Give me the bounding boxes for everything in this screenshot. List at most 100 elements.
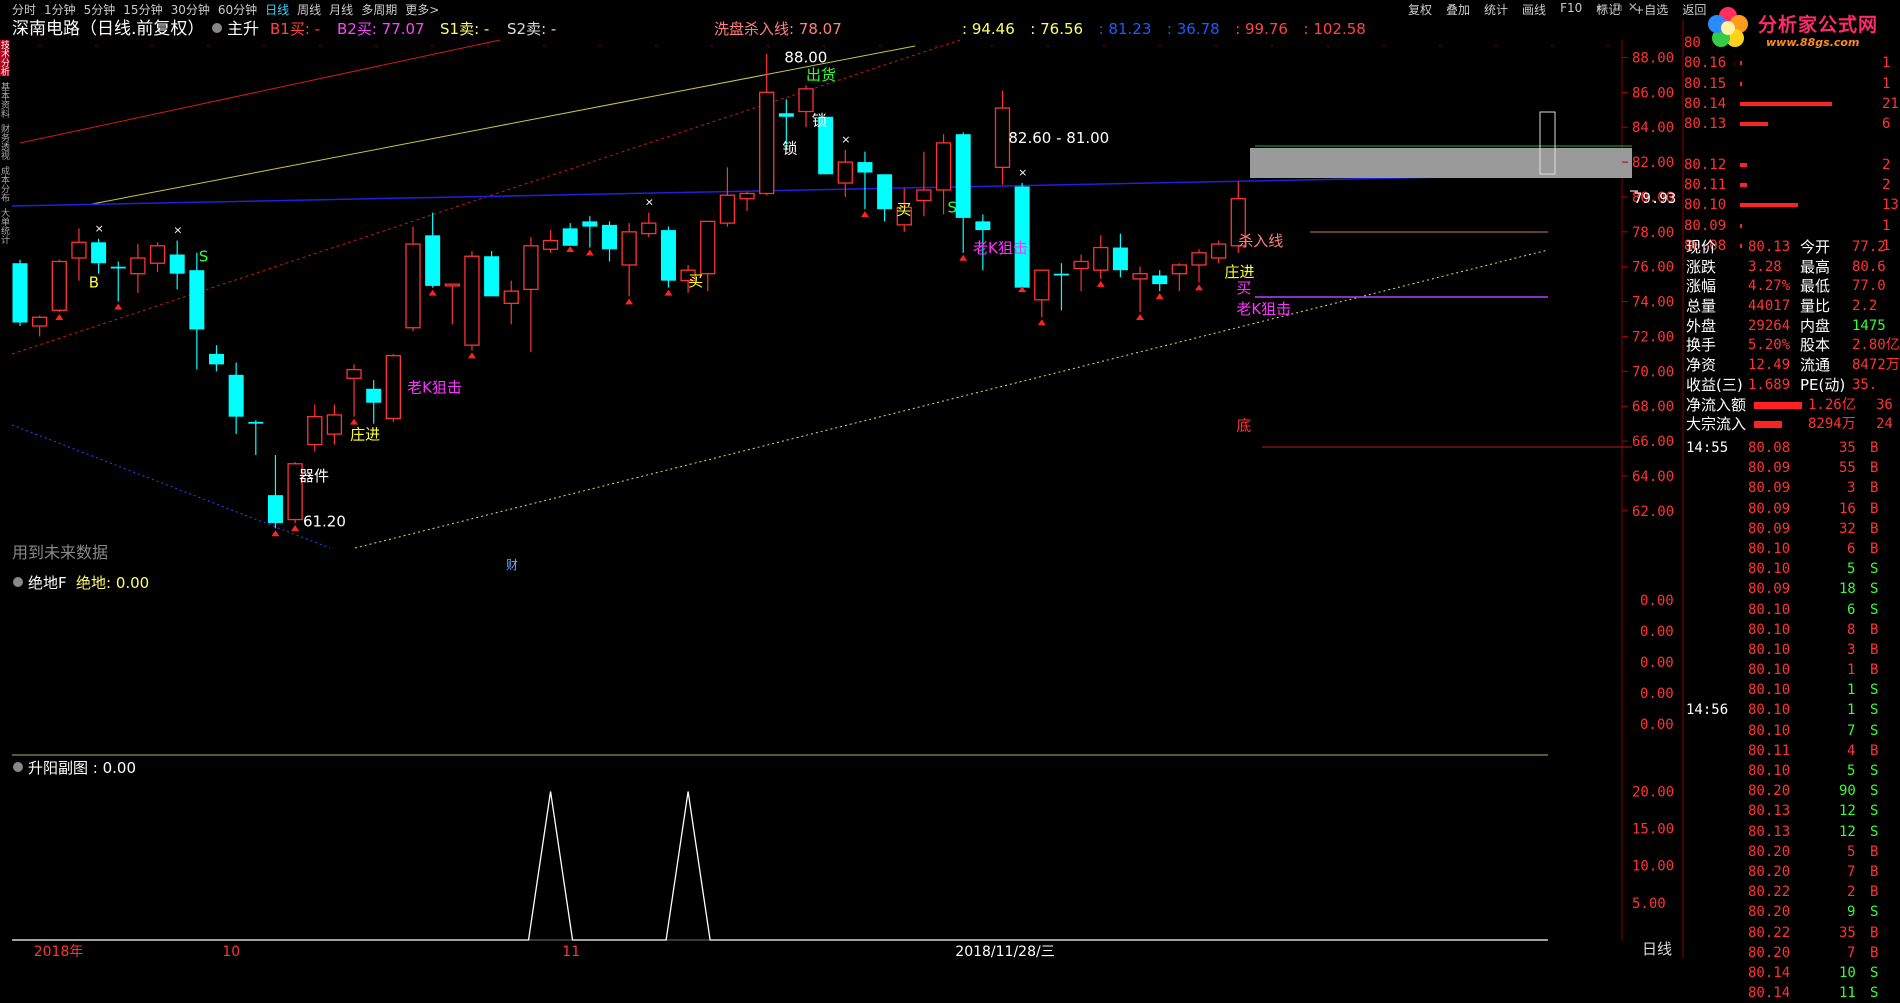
orderbook-row: 80.13 6 — [1684, 114, 1900, 134]
tick-volume: 7 — [1847, 722, 1856, 739]
tick-side: B — [1870, 520, 1879, 537]
tick-price: 80.10 — [1748, 621, 1791, 638]
sub1-title: 绝地F — [28, 574, 67, 592]
candle-12 — [248, 420, 264, 456]
axis-label-6: 76.00 — [1632, 260, 1674, 276]
tick-volume: 7 — [1847, 863, 1856, 880]
quote-value: 1.689 — [1748, 376, 1791, 393]
candle-25 — [503, 280, 519, 325]
tick-row: 80.11 4 B — [1684, 741, 1900, 761]
quote-label: 收益(三) — [1686, 375, 1743, 394]
orderbook-row: 80.16 1 — [1684, 53, 1900, 73]
tick-side: S — [1870, 682, 1879, 699]
tick-side: S — [1870, 803, 1879, 820]
orderbook-volume-bar — [1740, 162, 1747, 167]
sub1-axis-2: 0.00 — [1640, 655, 1674, 671]
axis-label-12: 64.00 — [1632, 469, 1674, 485]
header-value-5: : 102.58 — [1304, 20, 1366, 38]
candle-23 — [464, 251, 480, 351]
tick-row: 80.10 6 S — [1684, 600, 1900, 620]
candle-21 — [425, 212, 441, 288]
price-axis: 88.0086.0084.0082.0080.0078.0076.0074.00… — [1622, 50, 1676, 520]
quote-label: 现价 — [1686, 238, 1717, 256]
tick-side: S — [1870, 964, 1879, 981]
indicator-toggle-icon[interactable] — [212, 23, 222, 33]
candle-15 — [307, 404, 323, 452]
buy-arrow-16 — [1136, 314, 1145, 321]
chart-labels: 88.00出货锁锁82.60 - 81.00买 S老K狙击 杀入线庄进买老K狙击底买… — [89, 49, 1291, 531]
candle-30 — [602, 221, 617, 262]
trend-line-4 — [11, 424, 331, 549]
candle-27 — [542, 230, 559, 253]
tick-list: 14:55 80.08 35 B 80.09 55 B 80.09 3 B 80.09 16 B 80.0… — [1684, 438, 1900, 1003]
quote-row: 收益(三) 1.689 PE(动) 35. — [1684, 376, 1900, 396]
sub1-axis-1: 0.00 — [1640, 624, 1674, 640]
orderbook-volume-bar — [1740, 122, 1768, 127]
orderbook-price: 80.12 — [1684, 156, 1727, 173]
orderbook-price: 80.09 — [1684, 217, 1727, 234]
sub1-toggle-icon[interactable] — [13, 577, 23, 587]
candle-16 — [326, 404, 343, 445]
tick-side: S — [1870, 601, 1879, 618]
quote-label-2: 今开 — [1800, 238, 1831, 256]
sub2-line — [12, 791, 1548, 941]
current-price-tag: 79.93 — [1634, 191, 1676, 207]
quote-value: 44017 — [1748, 298, 1791, 315]
tick-row: 80.10 1 S — [1684, 680, 1900, 700]
tick-side: B — [1870, 863, 1879, 880]
tick-row: 80.20 7 B — [1684, 943, 1900, 963]
quote-row: 现价 80.13 今开 77.2 — [1684, 238, 1900, 258]
quote-value-2: 80.6 — [1852, 258, 1886, 275]
tick-volume: 1 — [1847, 682, 1856, 699]
orderbook-volume: 6 — [1882, 116, 1891, 133]
tick-side: B — [1870, 843, 1879, 860]
kline-chart[interactable]: × ×××× 88.00出货锁锁82.60 - 81.00买 S老K狙击 杀入线庄进买… — [0, 0, 1900, 958]
trend-line-1 — [91, 45, 916, 205]
tick-price: 80.10 — [1748, 540, 1791, 557]
quote-value: 29264 — [1748, 317, 1791, 334]
candle-19 — [385, 353, 402, 422]
chart-label-12: 底 — [1236, 417, 1251, 435]
candle-0 — [12, 259, 28, 327]
tick-row: 80.09 18 S — [1684, 579, 1900, 599]
trend-line-3 — [11, 174, 1549, 207]
candle-18 — [366, 380, 382, 424]
candle-36 — [719, 167, 736, 227]
tick-side: B — [1870, 641, 1879, 658]
buy-arrow-15 — [1096, 280, 1105, 287]
quote-label-2: 量比 — [1800, 297, 1831, 316]
b2-value: B2买: 77.07 — [337, 20, 425, 38]
tick-volume: 12 — [1839, 803, 1856, 820]
x-mark-3: × — [841, 133, 850, 146]
x-mark-1: × — [173, 224, 182, 237]
sub1-label: 绝地: 0.00 — [76, 574, 149, 592]
tick-row: 80.20 90 S — [1684, 781, 1900, 801]
header-value-4: : 99.76 — [1235, 20, 1288, 38]
x-axis-label-0: 2018年 — [34, 944, 84, 958]
axis-label-0: 88.00 — [1632, 50, 1674, 66]
candle-44 — [877, 174, 893, 222]
tick-volume: 35 — [1839, 440, 1856, 456]
candle-55 — [1093, 235, 1109, 279]
flow-bar — [1754, 421, 1782, 429]
quote-row: 涨幅 4.27% 最低 77.0 — [1684, 277, 1900, 297]
tick-side: B — [1870, 621, 1879, 638]
tick-price: 80.20 — [1748, 944, 1791, 961]
sub2-title: 升阳副图 : 0.00 — [28, 759, 136, 777]
quote-row: 总量 44017 量比 2.2 — [1684, 297, 1900, 317]
future-data-notice: 用到未来数据 — [12, 543, 108, 562]
quote-row: 外盘 29264 内盘 1475 — [1684, 317, 1900, 337]
orderbook-volume-bar — [1740, 183, 1747, 188]
buy-arrow-6 — [467, 352, 476, 359]
candle-4 — [91, 238, 107, 274]
tick-volume: 9 — [1847, 904, 1856, 921]
buy-arrow-2 — [271, 530, 280, 537]
quote-value-2: 36 — [1876, 396, 1893, 413]
tick-side: B — [1870, 500, 1879, 517]
tick-side: B — [1870, 742, 1879, 759]
quote-label: 涨幅 — [1686, 277, 1717, 296]
candle-58 — [1152, 270, 1168, 292]
sub2-toggle-icon[interactable] — [13, 762, 23, 772]
buy-arrow-18 — [1195, 284, 1203, 291]
axis-label-9: 70.00 — [1632, 364, 1674, 380]
